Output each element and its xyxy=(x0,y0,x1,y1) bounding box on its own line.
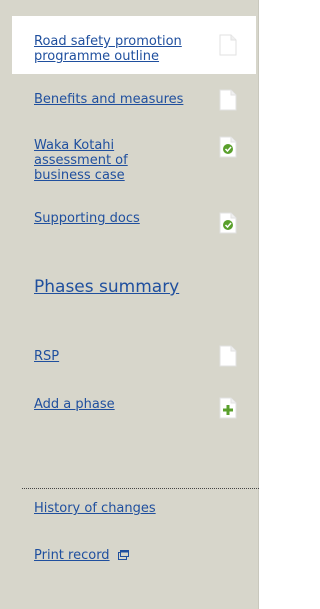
blank-page-icon xyxy=(219,34,237,56)
new-window-icon xyxy=(117,550,129,560)
left-nav-panel: Road safety promotion programme outline … xyxy=(0,0,259,609)
phase-link-rsp[interactable]: RSP xyxy=(34,349,59,364)
blank-page-icon xyxy=(219,89,237,111)
print-record-link[interactable]: Print record xyxy=(34,548,110,563)
history-of-changes-link[interactable]: History of changes xyxy=(34,501,156,516)
complete-check-icon xyxy=(219,212,237,234)
nav-link-programme-outline[interactable]: Road safety promotion programme outline xyxy=(34,34,204,64)
nav-link-assessment-business-case[interactable]: Waka Kotahi assessment of business case xyxy=(34,138,154,183)
nav-link-supporting-docs[interactable]: Supporting docs xyxy=(34,211,184,226)
print-record-row: Print record xyxy=(34,544,129,563)
blank-page-icon xyxy=(219,345,237,367)
add-plus-icon[interactable] xyxy=(219,397,237,419)
section-divider xyxy=(22,488,259,489)
complete-check-icon xyxy=(219,136,237,158)
nav-link-benefits-measures[interactable]: Benefits and measures xyxy=(34,92,214,107)
add-phase-link[interactable]: Add a phase xyxy=(34,397,115,412)
phases-summary-link[interactable]: Phases summary xyxy=(34,277,234,297)
